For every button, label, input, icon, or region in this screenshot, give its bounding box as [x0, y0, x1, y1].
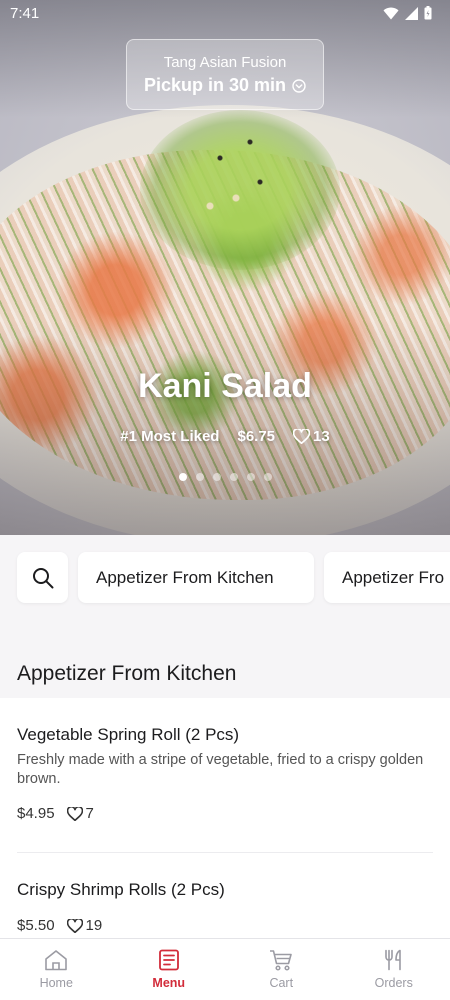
category-chip[interactable]: Appetizer Fro	[324, 552, 450, 603]
nav-home[interactable]: Home	[0, 939, 113, 1000]
search-button[interactable]	[17, 552, 68, 603]
search-icon	[32, 567, 53, 588]
featured-likes: 13	[313, 428, 330, 445]
featured-rank: #1 Most Liked	[120, 428, 220, 445]
carousel-dot[interactable]	[212, 473, 221, 481]
cart-icon	[270, 950, 293, 971]
pickup-time: Pickup in 30 min	[143, 75, 287, 95]
menu-item[interactable]: Crispy Shrimp Rolls (2 Pcs) $5.50 19	[17, 698, 225, 934]
menu-icon	[158, 949, 179, 971]
home-icon	[45, 950, 68, 971]
section-title: Appetizer From Kitchen	[17, 662, 237, 685]
heart-icon	[66, 918, 83, 933]
item-price: $5.50	[17, 917, 55, 934]
carousel-dot[interactable]	[195, 473, 204, 481]
nav-label: Menu	[152, 976, 186, 990]
status-bar: 7:41	[0, 0, 450, 28]
carousel-dot[interactable]	[178, 473, 187, 481]
carousel-dot[interactable]	[229, 473, 238, 481]
hero-banner[interactable]: 7:41 Tang Asian Fusion Pickup in 30 min …	[0, 0, 450, 535]
category-bar: Appetizer From Kitchen Appetizer Fro	[17, 552, 450, 603]
featured-item-title: Kani Salad	[138, 367, 312, 405]
carousel-dot[interactable]	[246, 473, 255, 481]
status-time: 7:41	[10, 5, 40, 22]
item-like-button[interactable]: 19	[66, 917, 103, 934]
bottom-navigation: Home Menu Cart Orders	[0, 938, 450, 1000]
nav-label: Orders	[374, 976, 413, 990]
item-name: Crispy Shrimp Rolls (2 Pcs)	[17, 880, 225, 899]
chevron-down-circle-icon	[292, 78, 306, 93]
signal-icon	[405, 6, 418, 20]
carousel-dot[interactable]	[263, 473, 272, 481]
nav-label: Cart	[269, 976, 294, 990]
nav-menu[interactable]: Menu	[113, 939, 226, 1000]
featured-price: $6.75	[237, 428, 276, 445]
nav-label: Home	[39, 976, 73, 990]
item-likes: 19	[85, 917, 103, 934]
store-pickup-selector[interactable]: Tang Asian Fusion Pickup in 30 min	[126, 39, 324, 110]
nav-cart[interactable]: Cart	[225, 939, 338, 1000]
featured-item-meta: #1 Most Liked $6.75 13	[0, 428, 450, 445]
category-chip[interactable]: Appetizer From Kitchen	[78, 552, 314, 603]
wifi-icon	[383, 7, 399, 19]
nav-orders[interactable]: Orders	[338, 939, 450, 1000]
orders-icon	[384, 949, 401, 971]
battery-icon	[424, 6, 432, 20]
heart-icon	[293, 429, 311, 444]
carousel-indicator[interactable]	[0, 473, 450, 481]
menu-item-list: Vegetable Spring Roll (2 Pcs) Freshly ma…	[0, 698, 450, 948]
store-name: Tang Asian Fusion	[163, 54, 287, 71]
